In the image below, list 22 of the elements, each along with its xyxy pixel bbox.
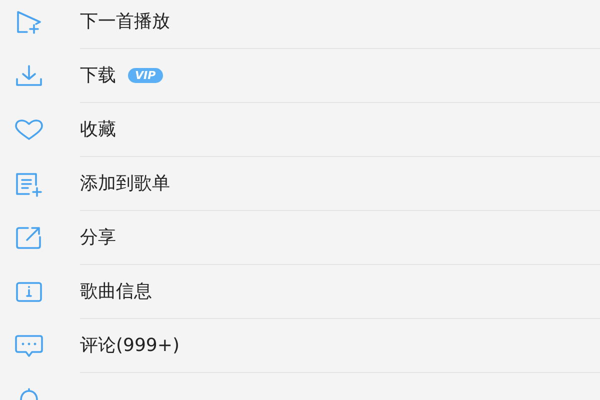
- download-icon: [14, 64, 44, 88]
- info-icon: [14, 280, 44, 304]
- menu-label: 评论(999+): [80, 334, 180, 358]
- menu-label: 收藏: [80, 118, 116, 142]
- menu-item[interactable]: 分享: [0, 211, 600, 265]
- menu-item[interactable]: 评论(999+): [0, 319, 600, 373]
- menu-item[interactable]: 收藏: [0, 103, 600, 157]
- menu-item[interactable]: 歌曲信息: [0, 265, 600, 319]
- comment-icon: [13, 333, 45, 359]
- share-icon: [14, 225, 44, 251]
- menu-label: 添加到歌单: [80, 172, 170, 196]
- play-plus-icon: [15, 9, 43, 35]
- menu-item[interactable]: 下一首播放: [0, 0, 600, 49]
- menu-label: 下一首播放: [80, 10, 170, 34]
- menu-item[interactable]: 下载 VIP: [0, 49, 600, 103]
- vip-badge: VIP: [128, 68, 163, 83]
- menu-label: 分享: [80, 226, 116, 250]
- menu-item[interactable]: 添加到歌单: [0, 157, 600, 211]
- menu-label: 歌曲信息: [80, 280, 152, 304]
- menu-label: 下载: [80, 64, 116, 88]
- heart-icon: [14, 119, 44, 141]
- playlist-add-icon: [14, 171, 44, 197]
